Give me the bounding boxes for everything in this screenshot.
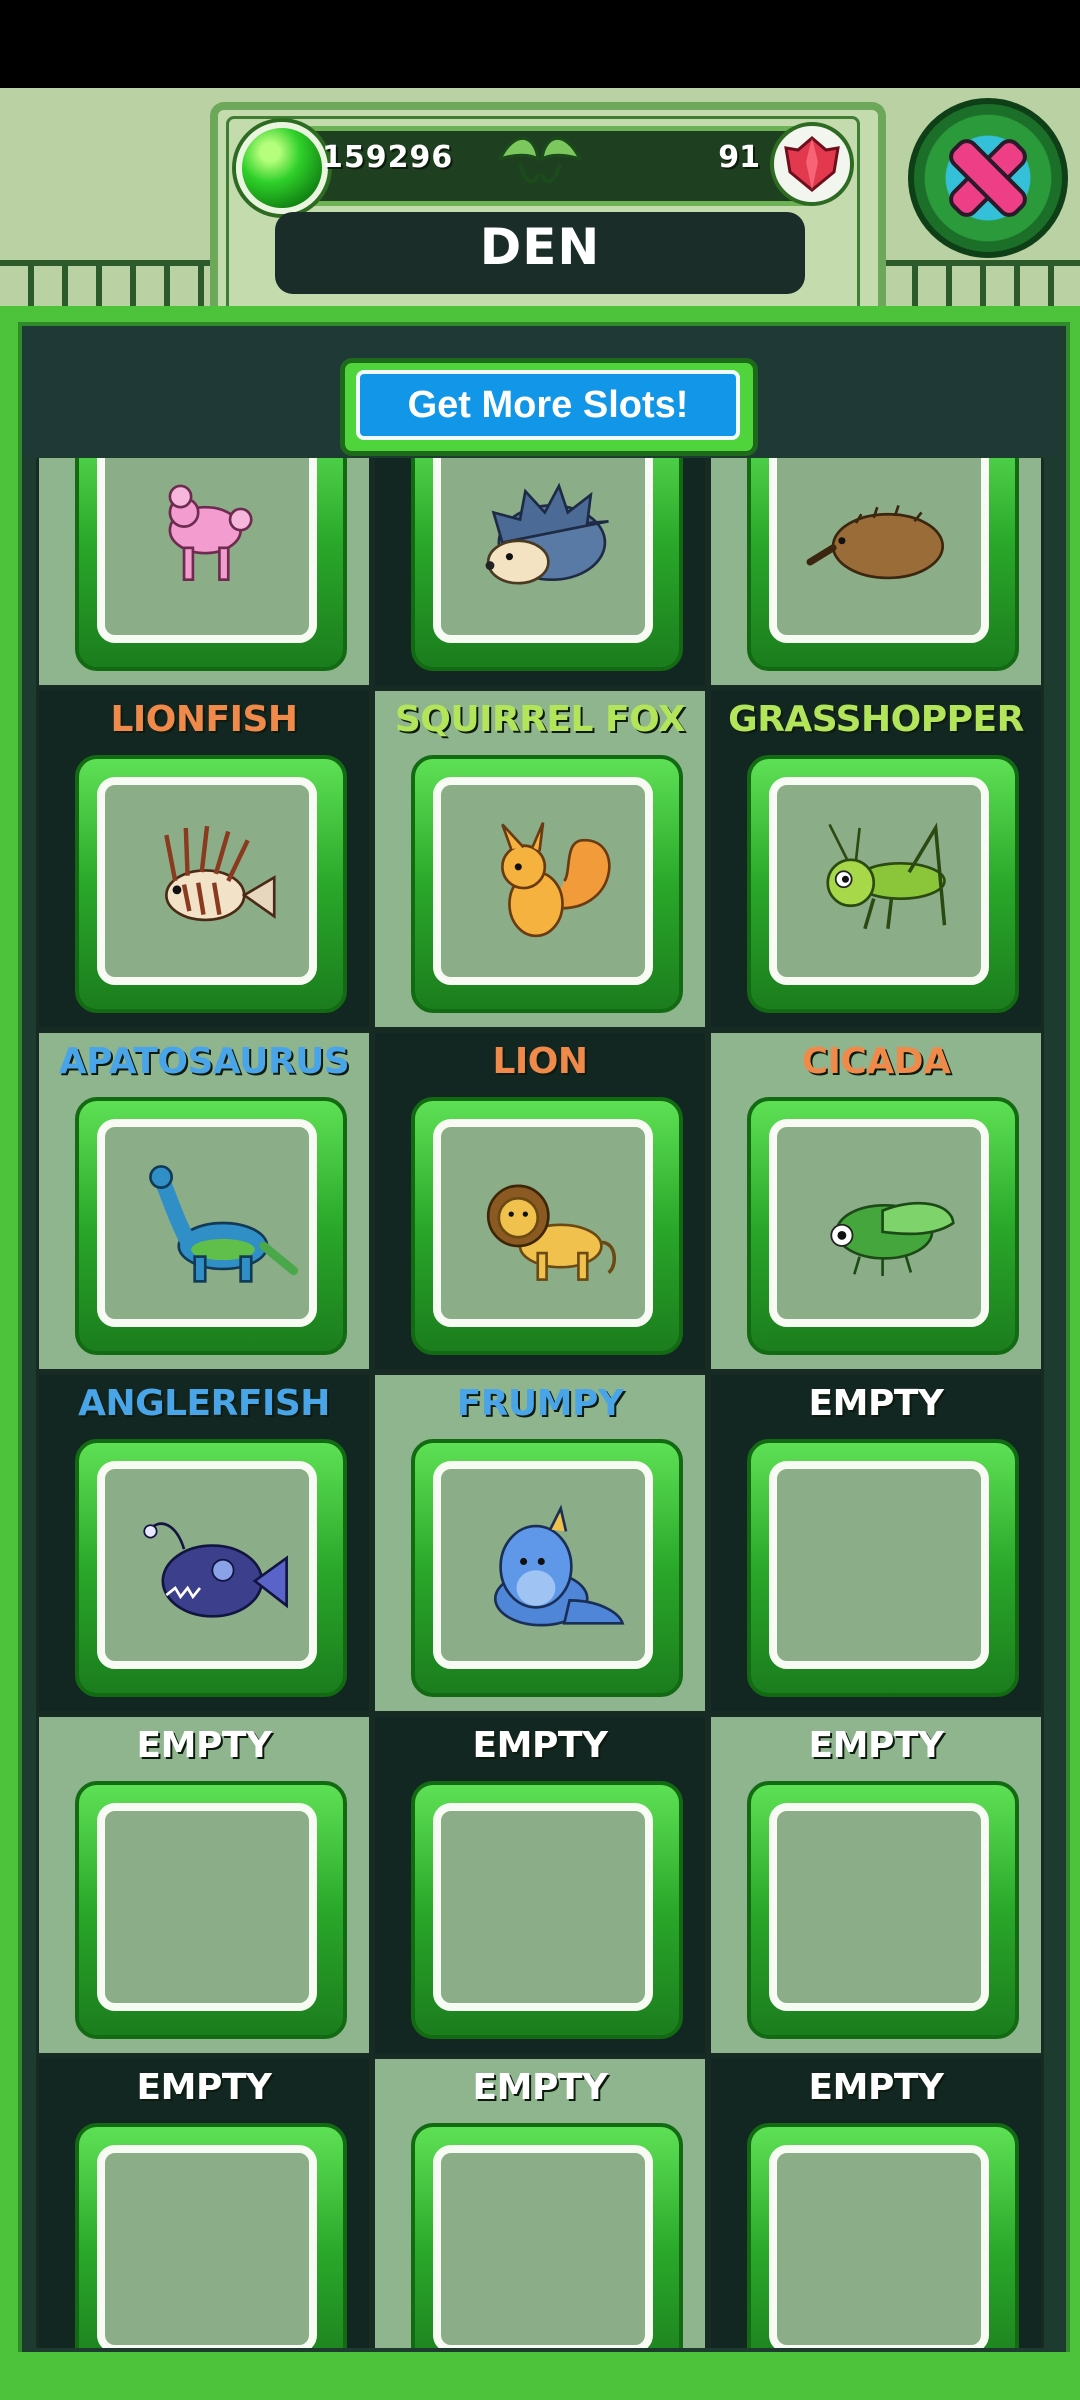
slot-label: LIONFISH — [110, 699, 298, 740]
slot-window — [769, 1119, 989, 1327]
slot-frame[interactable] — [411, 1097, 683, 1355]
creature-grid: LIONFISH SQUIRREL FOX GRASSHOPPER APATOSAUR… — [36, 458, 1044, 2348]
frumpy-icon — [467, 1491, 635, 1639]
slot-window — [769, 1461, 989, 1669]
get-more-slots-label[interactable]: Get More Slots! — [356, 370, 740, 440]
slot-window — [97, 1119, 317, 1327]
slot-window — [769, 458, 989, 643]
slot-frame[interactable] — [411, 2123, 683, 2348]
grasshopper-icon — [803, 807, 971, 955]
status-bar — [0, 0, 1080, 88]
slot-frame[interactable] — [747, 1781, 1019, 2039]
anglerfish-icon — [131, 1491, 299, 1639]
slot-frame[interactable] — [747, 2123, 1019, 2348]
slot-frame[interactable] — [75, 1781, 347, 2039]
slot-window — [97, 1461, 317, 1669]
creature-cell-cicada[interactable]: CICADA — [708, 1030, 1044, 1372]
slot-frame[interactable] — [75, 1097, 347, 1355]
creature-cell-echidna[interactable] — [708, 458, 1044, 688]
creature-cell-squirrel-fox[interactable]: SQUIRREL FOX — [372, 688, 708, 1030]
slot-label: GRASSHOPPER — [728, 699, 1024, 740]
slot-window — [433, 1461, 653, 1669]
slot-frame[interactable] — [411, 1439, 683, 1697]
slot-window — [433, 2145, 653, 2348]
creature-cell-apatosaurus[interactable]: APATOSAURUS — [36, 1030, 372, 1372]
slot-frame[interactable] — [75, 458, 347, 671]
creature-cell-grasshopper[interactable]: GRASSHOPPER — [708, 688, 1044, 1030]
empty-cell[interactable]: EMPTY — [708, 1714, 1044, 2056]
slot-frame[interactable] — [747, 458, 1019, 671]
slot-label: EMPTY — [808, 1725, 944, 1766]
empty-cell[interactable]: EMPTY — [708, 1372, 1044, 1714]
creature-cell-anglerfish[interactable]: ANGLERFISH — [36, 1372, 372, 1714]
slot-window — [97, 458, 317, 643]
slot-label: LION — [492, 1041, 588, 1082]
coins-value: 159296 — [322, 140, 454, 175]
slot-label: EMPTY — [136, 1725, 272, 1766]
slot-label: APATOSAURUS — [58, 1041, 350, 1082]
cicada-icon — [803, 1149, 971, 1297]
slot-window — [97, 2145, 317, 2348]
panel-bottom-border — [0, 2352, 1080, 2400]
echidna-icon — [803, 465, 971, 613]
slot-label: EMPTY — [808, 1383, 944, 1424]
hedgehog-icon — [467, 465, 635, 613]
empty-cell[interactable]: EMPTY — [372, 1714, 708, 2056]
slot-window — [769, 1803, 989, 2011]
slot-frame[interactable] — [747, 755, 1019, 1013]
squirrel-fox-icon — [467, 807, 635, 955]
empty-cell[interactable]: EMPTY — [36, 2056, 372, 2348]
lionfish-icon — [131, 807, 299, 955]
creature-cell-lion[interactable]: LION — [372, 1030, 708, 1372]
slot-frame[interactable] — [411, 755, 683, 1013]
slot-window — [769, 777, 989, 985]
slot-window — [769, 2145, 989, 2348]
slot-window — [97, 1803, 317, 2011]
slot-label: SQUIRREL FOX — [394, 699, 686, 740]
close-button[interactable] — [908, 98, 1068, 258]
creature-cell-hedgehog[interactable] — [372, 458, 708, 688]
leaf-ornament-icon — [497, 136, 583, 184]
creature-cell-frumpy[interactable]: FRUMPY — [372, 1372, 708, 1714]
creature-cell-poodle[interactable] — [36, 458, 372, 688]
slot-label: EMPTY — [136, 2067, 272, 2108]
close-icon — [949, 139, 1027, 217]
slot-label: FRUMPY — [456, 1383, 624, 1424]
empty-cell[interactable]: EMPTY — [36, 1714, 372, 2056]
slot-label: CICADA — [801, 1041, 951, 1082]
slot-frame[interactable] — [411, 1781, 683, 2039]
empty-cell[interactable]: EMPTY — [372, 2056, 708, 2348]
gems-value: 91 — [718, 140, 760, 175]
green-gem-icon — [236, 122, 328, 214]
slot-window — [97, 777, 317, 985]
slot-frame[interactable] — [75, 755, 347, 1013]
slot-window — [433, 777, 653, 985]
slot-frame[interactable] — [411, 458, 683, 671]
apatosaurus-icon — [131, 1149, 299, 1297]
poodle-icon — [131, 465, 299, 613]
empty-cell[interactable]: EMPTY — [708, 2056, 1044, 2348]
slot-frame[interactable] — [75, 1439, 347, 1697]
slot-label: EMPTY — [472, 2067, 608, 2108]
slot-window — [433, 1119, 653, 1327]
slot-label: EMPTY — [472, 1725, 608, 1766]
creature-cell-lionfish[interactable]: LIONFISH — [36, 688, 372, 1030]
slot-frame[interactable] — [75, 2123, 347, 2348]
slot-label: EMPTY — [808, 2067, 944, 2108]
page-title: DEN — [479, 218, 601, 276]
lion-icon — [467, 1149, 635, 1297]
slot-label: ANGLERFISH — [78, 1383, 330, 1424]
slot-window — [433, 1803, 653, 2011]
slot-window — [433, 458, 653, 643]
slot-frame[interactable] — [747, 1097, 1019, 1355]
red-gem-icon — [770, 122, 854, 206]
slot-frame[interactable] — [747, 1439, 1019, 1697]
